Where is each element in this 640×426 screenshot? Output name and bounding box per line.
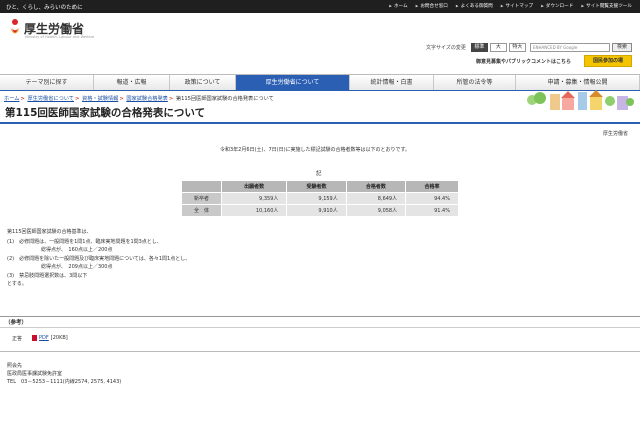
breadcrumb-about[interactable]: 厚生労働省について [27,96,74,102]
reference-file: PDF [20KB] [32,335,68,341]
breadcrumb-separator-icon: > [20,96,25,102]
top-link-faq[interactable]: よくある御質問 [456,3,493,9]
table-header-cell: 出願者数 [220,180,288,193]
table-row-label: 新卒者 [181,192,222,205]
font-size-standard-button[interactable]: 標準 [470,43,488,52]
breadcrumb-home[interactable]: ホーム [4,96,19,102]
top-link-contact[interactable]: お問合せ窓口 [416,3,448,9]
criteria-line: 総得点が、 160点以上／200点 [41,247,113,253]
search-button[interactable]: 検索 [612,43,632,52]
issuer-label: 厚生労働省 [602,131,628,137]
table-cell: 9,058人 [345,204,407,217]
top-link-download[interactable]: ダウンロード [541,3,574,9]
table-cell: 94.4% [405,192,459,205]
nav-press[interactable]: 報道・広報 [94,75,170,90]
table-row: 全 体 10,160人 9,910人 9,058人 91.4% [181,204,459,217]
pass-criteria: 第115回医師国家試験の合格基準は、 (1) 必修問題は、一般問題を1問1点、臨… [7,228,190,289]
table-cell: 91.4% [405,204,459,217]
criteria-line: 総得点が、 209点以上／300点 [41,264,113,270]
breadcrumb-exams[interactable]: 資格・試験情報 [82,96,118,102]
logo-mark-icon[interactable] [8,18,22,40]
font-size-switcher: 文字サイズの変更 標準 大 特大 [426,43,526,52]
table-cell: 9,910人 [286,204,347,217]
nav-policy[interactable]: 政策について [170,75,236,90]
criteria-tail: とする。 [7,281,27,287]
font-size-xlarge-button[interactable]: 特大 [508,43,526,52]
breadcrumb: ホーム> 厚生労働省について> 資格・試験情報> 国家試験合格発表> 第115回… [4,95,274,102]
table-header-cell [181,180,222,193]
public-participation-button[interactable]: 国民参加の場 [584,55,632,67]
tagline: ひと、くらし、みらいのために [6,5,83,11]
font-size-large-button[interactable]: 大 [489,43,507,52]
contact-heading: 照会先 [7,363,23,369]
table-row-label: 全 体 [181,204,222,217]
table-cell: 10,160人 [220,204,288,217]
table-header-cell: 合格者数 [345,180,407,193]
criteria-line: (1) 必修問題は、一般問題を1問1点、臨床実地問題を1問3点とし、 [7,238,162,245]
criteria-line: (2) 必修問題を除いた一般問題及び臨床実地問題については、各々1問1点とし、 [7,255,191,262]
reference-item-label: 正答 [12,336,23,342]
contact-divider [0,351,640,352]
public-comment-link[interactable]: 御意見募集やパブリックコメントはこちら [476,58,571,65]
nav-laws[interactable]: 所管の法令等 [434,75,516,90]
top-link-accessibility[interactable]: サイト閲覧支援ツール [581,3,632,9]
top-links: ホーム お問合せ窓口 よくある御質問 サイトマップ ダウンロード サイト閲覧支援… [389,3,632,9]
table-header-cell: 合格率 [405,180,459,193]
criteria-line: (3) 禁忌肢問題選択数は、3問以下 [7,272,88,279]
nav-about[interactable]: 厚生労働省について [236,75,350,90]
table-cell: 9,159人 [286,192,347,205]
ki-label: 記 [316,171,322,177]
table-header-cell: 受験者数 [286,180,347,193]
contact-office: 医政局医事課試験免許室 [7,371,63,377]
contact-phone: TEL 03－5253－1111(内線2574, 2575, 4143) [7,379,122,385]
breadcrumb-separator-icon: > [168,96,174,102]
pdf-link[interactable]: PDF [39,335,49,341]
breadcrumb-current: 第115回医師国家試験の合格発表について [175,96,274,102]
reference-section-bar [0,316,640,328]
table-row: 新卒者 9,359人 9,159人 8,649人 94.4% [181,192,459,205]
criteria-heading: 第115回医師国家試験の合格基準は、 [7,229,92,235]
breadcrumb-separator-icon: > [119,96,124,102]
logo-subtitle: Ministry of Health, Labour and Welfare [25,35,95,39]
top-link-home[interactable]: ホーム [389,3,408,9]
pdf-icon [32,335,37,341]
nav-statistics[interactable]: 統計情報・白書 [350,75,434,90]
results-table: 出願者数 受験者数 合格者数 合格率 新卒者 9,359人 9,159人 8,6… [181,180,459,217]
nav-theme[interactable]: テーマ別に探す [0,75,94,90]
breadcrumb-separator-icon: > [74,96,80,102]
top-link-sitemap[interactable]: サイトマップ [501,3,533,9]
table-header-row: 出願者数 受験者数 合格者数 合格率 [181,180,459,193]
breadcrumb-results[interactable]: 国家試験合格発表 [126,96,168,102]
contact-info: 照会先 医政局医事課試験免許室 TEL 03－5253－1111(内線2574,… [7,362,121,386]
font-size-label: 文字サイズの変更 [426,45,466,51]
page-title: 第115回医師国家試験の合格発表について [5,107,206,119]
intro-text: 令和3年2月6日(土)、7日(日)に実施した標記試験の合格者数等は以下のとおりで… [220,147,411,153]
search-input[interactable]: ENHANCED BY Google [530,43,610,52]
table-cell: 8,649人 [345,192,407,205]
reference-label: （参考） [5,320,28,326]
table-cell: 9,359人 [220,192,288,205]
pdf-size: [20KB] [50,335,68,341]
